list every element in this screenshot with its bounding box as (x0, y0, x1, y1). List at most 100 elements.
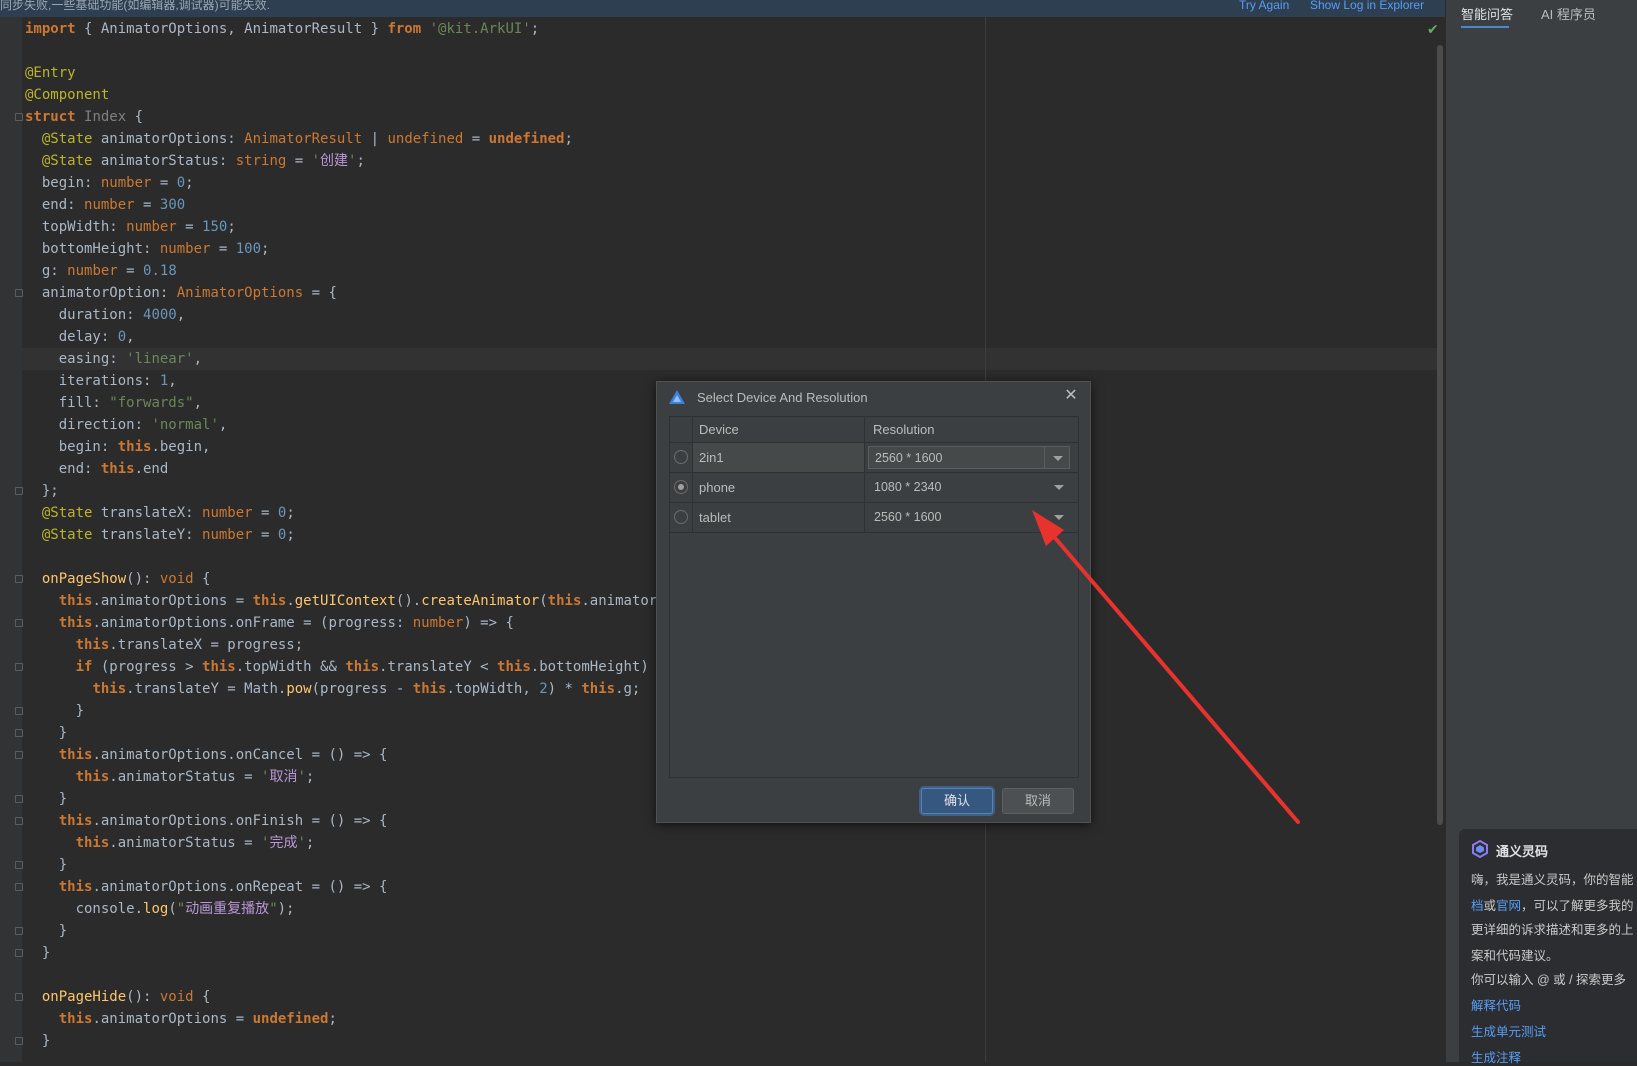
code-line[interactable]: } (25, 854, 67, 876)
explain-code-link[interactable]: 解释代码 (1471, 995, 1521, 1014)
fold-icon[interactable] (15, 861, 23, 869)
code-line[interactable]: iterations: 1, (25, 370, 177, 392)
code-line[interactable]: this.animatorStatus = '完成'; (25, 832, 315, 854)
code-line[interactable]: delay: 0, (25, 326, 135, 348)
fold-icon[interactable] (15, 883, 23, 891)
code-line[interactable]: this.animatorOptions.onCancel = () => { (25, 744, 388, 766)
fold-icon[interactable] (15, 729, 23, 737)
code-line[interactable]: fill: "forwards", (25, 392, 202, 414)
code-line[interactable]: } (25, 920, 67, 942)
resolution-dropdown[interactable]: 2560 * 1600 (868, 506, 1070, 529)
device-name: tablet (692, 503, 864, 532)
docs-link[interactable]: 档 (1471, 899, 1484, 913)
tab-smart-qa[interactable]: 智能问答 (1461, 4, 1513, 23)
resolution-cell: 2560 * 1600 (864, 443, 1078, 472)
code-line[interactable]: this.animatorOptions.onFinish = () => { (25, 810, 388, 832)
close-icon[interactable]: ✕ (1060, 385, 1082, 407)
code-line[interactable]: begin: this.begin, (25, 436, 211, 458)
docs-or-text: 或 (1483, 899, 1497, 913)
ai-assistant-panel: 智能问答 AI 程序员 通义灵码 嗨，我是通义灵码，你的智能 档或官网，可以了解… (1445, 0, 1637, 1065)
code-line[interactable]: animatorOption: AnimatorOptions = { (25, 282, 337, 304)
fold-icon[interactable] (15, 575, 23, 583)
table-header-select (670, 417, 692, 443)
fold-icon[interactable] (15, 993, 23, 1001)
code-line[interactable]: direction: 'normal', (25, 414, 228, 436)
fold-icon[interactable] (15, 113, 23, 121)
fold-icon[interactable] (15, 927, 23, 935)
confirm-button[interactable]: 确认 (921, 788, 993, 814)
code-line[interactable]: onPageShow(): void { (25, 568, 211, 590)
try-again-link[interactable]: Try Again (1239, 0, 1289, 11)
fold-icon[interactable] (15, 619, 23, 627)
unit-test-link[interactable]: 生成单元测试 (1471, 1021, 1546, 1040)
assistant-welcome-card: 通义灵码 嗨，我是通义灵码，你的智能 档或官网，可以了解更多我的 更详细的诉求描… (1459, 829, 1637, 1065)
fold-icon[interactable] (15, 817, 23, 825)
code-line[interactable]: @Entry (25, 62, 76, 84)
device-radio-tablet[interactable] (674, 510, 688, 524)
code-line[interactable]: @Component (25, 84, 109, 106)
code-line[interactable]: topWidth: number = 150; (25, 216, 236, 238)
fold-icon[interactable] (15, 1037, 23, 1045)
device-radio-phone[interactable] (674, 480, 688, 494)
editor-scrollbar[interactable] (1437, 45, 1443, 825)
code-line[interactable]: @State animatorStatus: string = '创建'; (25, 150, 365, 172)
code-line[interactable]: this.translateY = Math.pow(progress - th… (25, 678, 640, 700)
code-line[interactable]: this.animatorOptions = this.getUIContext… (25, 590, 691, 612)
website-link[interactable]: 官网 (1496, 899, 1521, 913)
check-icon: ✔ (1427, 22, 1439, 38)
code-line[interactable]: easing: 'linear', (25, 348, 202, 370)
code-line[interactable]: bottomHeight: number = 100; (25, 238, 270, 260)
code-line[interactable]: } (25, 942, 50, 964)
assistant-greeting: 嗨，我是通义灵码，你的智能 (1471, 873, 1634, 887)
code-line[interactable]: } (25, 788, 67, 810)
fold-icon[interactable] (15, 949, 23, 957)
code-line[interactable]: this.animatorOptions.onFrame = (progress… (25, 612, 514, 634)
resolution-dropdown[interactable]: 2560 * 1600 (868, 446, 1070, 469)
code-line[interactable]: } (25, 1030, 50, 1052)
code-line[interactable]: import { AnimatorOptions, AnimatorResult… (25, 18, 539, 40)
resolution-value: 2560 * 1600 (874, 510, 942, 524)
fold-icon[interactable] (15, 795, 23, 803)
code-line[interactable]: onPageHide(): void { (25, 986, 211, 1008)
fold-icon[interactable] (15, 663, 23, 671)
table-row[interactable]: tablet 2560 * 1600 (670, 503, 1078, 533)
fold-icon[interactable] (15, 751, 23, 759)
generate-comment-link[interactable]: 生成注释 (1471, 1047, 1521, 1066)
code-line[interactable]: begin: number = 0; (25, 172, 194, 194)
code-line[interactable]: } (25, 722, 67, 744)
device-table: Device Resolution 2in1 2560 * 1600 phone… (669, 416, 1079, 778)
resolution-value: 2560 * 1600 (875, 451, 943, 465)
code-line[interactable]: struct Index { (25, 106, 143, 128)
table-row[interactable]: 2in1 2560 * 1600 (670, 443, 1078, 473)
resolution-dropdown[interactable]: 1080 * 2340 (868, 476, 1070, 499)
code-line[interactable]: } (25, 700, 84, 722)
code-line[interactable]: this.animatorStatus = '取消'; (25, 766, 315, 788)
cancel-button[interactable]: 取消 (1002, 788, 1074, 814)
code-line[interactable]: this.animatorOptions = undefined; (25, 1008, 337, 1030)
device-name: phone (692, 473, 864, 502)
show-log-link[interactable]: Show Log in Explorer (1310, 0, 1424, 11)
code-line[interactable]: g: number = 0.18 (25, 260, 177, 282)
fold-icon[interactable] (15, 487, 23, 495)
tab-ai-programmer[interactable]: AI 程序员 (1541, 4, 1596, 23)
code-line[interactable]: end: this.end (25, 458, 169, 480)
fold-icon[interactable] (15, 289, 23, 297)
code-line[interactable]: end: number = 300 (25, 194, 185, 216)
code-line[interactable]: }; (25, 480, 59, 502)
table-row[interactable]: phone 1080 * 2340 (670, 473, 1078, 503)
code-line[interactable]: @State translateX: number = 0; (25, 502, 295, 524)
deveco-logo-icon (669, 390, 685, 404)
code-line[interactable]: this.animatorOptions.onRepeat = () => { (25, 876, 388, 898)
editor-gutter[interactable] (0, 17, 22, 1062)
fold-icon[interactable] (15, 707, 23, 715)
code-line[interactable]: console.log("动画重复播放"); (25, 898, 295, 920)
resolution-cell: 2560 * 1600 (864, 503, 1078, 532)
code-line[interactable]: duration: 4000, (25, 304, 185, 326)
code-line[interactable]: @State animatorOptions: AnimatorResult |… (25, 128, 573, 150)
device-radio-2in1[interactable] (674, 450, 688, 464)
code-line[interactable]: this.translateX = progress; (25, 634, 304, 656)
assistant-docs-line: 档或官网，可以了解更多我的 (1471, 895, 1634, 914)
code-line[interactable]: if (progress > this.topWidth && this.tra… (25, 656, 666, 678)
chevron-down-icon (1053, 456, 1063, 461)
code-line[interactable]: @State translateY: number = 0; (25, 524, 295, 546)
